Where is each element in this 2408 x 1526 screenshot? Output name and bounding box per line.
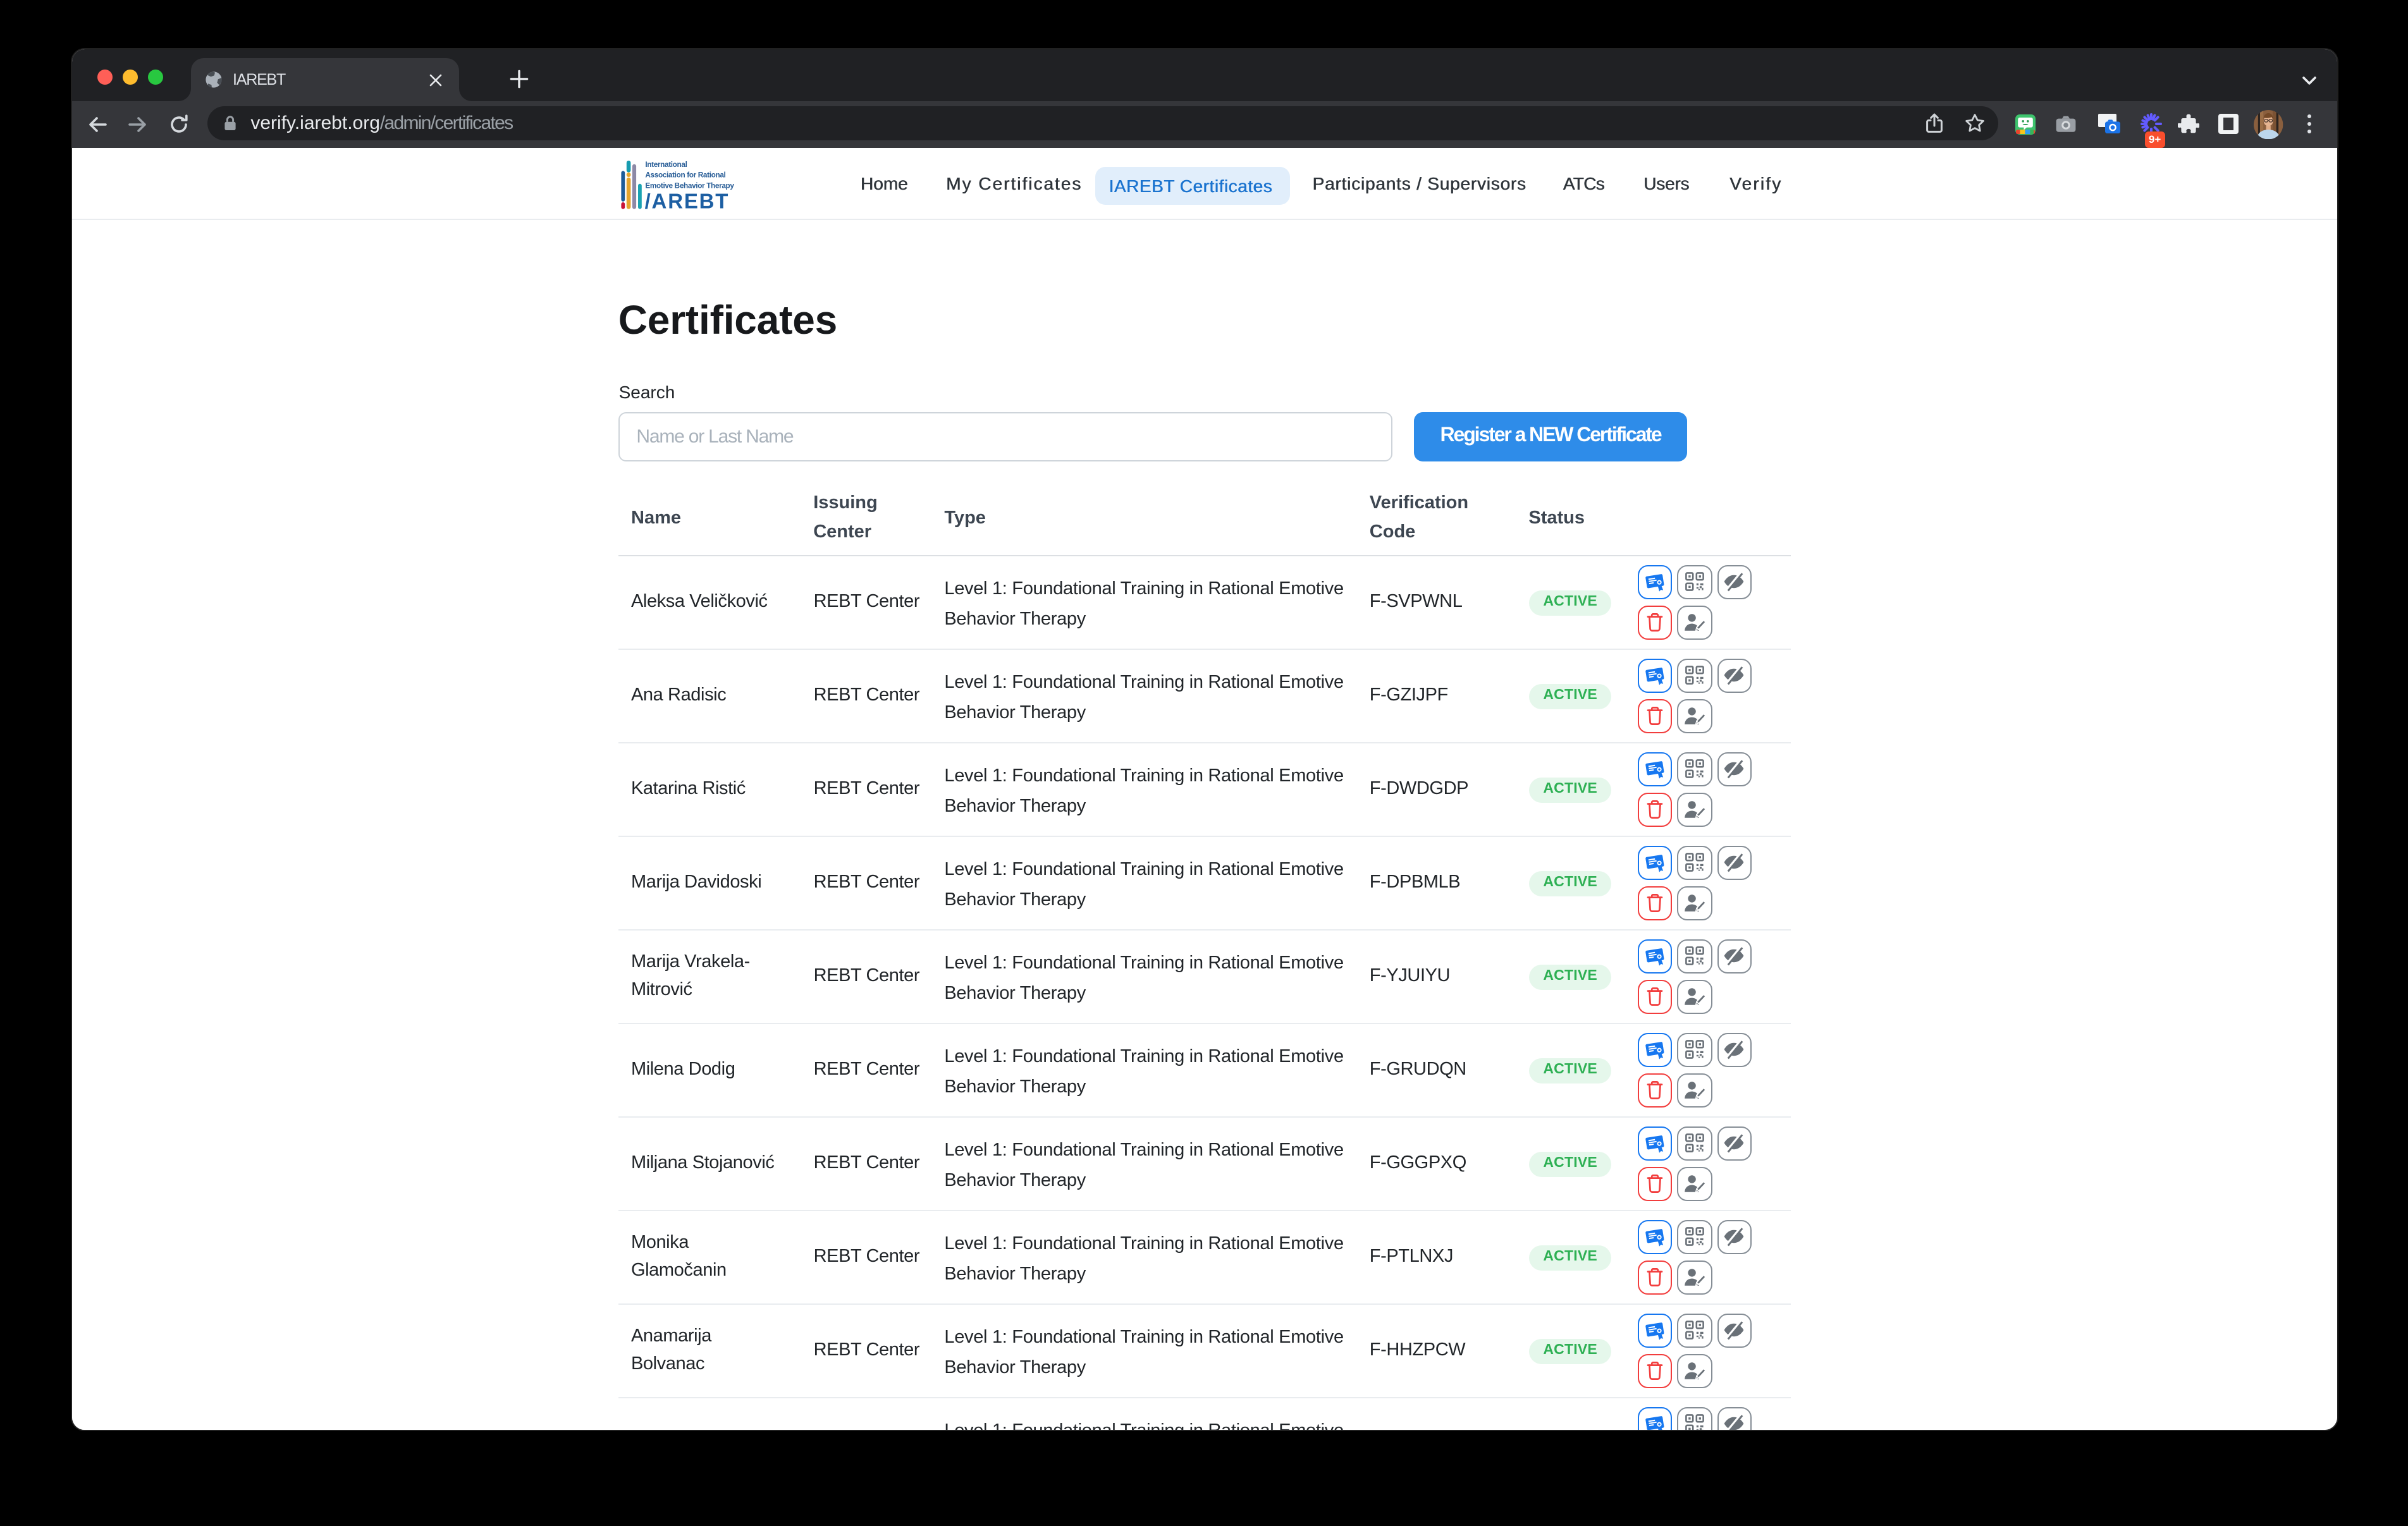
svg-text:Association for Rational: Association for Rational bbox=[644, 170, 725, 179]
svg-text:/AREBT: /AREBT bbox=[644, 188, 729, 209]
svg-text:International: International bbox=[644, 160, 686, 168]
